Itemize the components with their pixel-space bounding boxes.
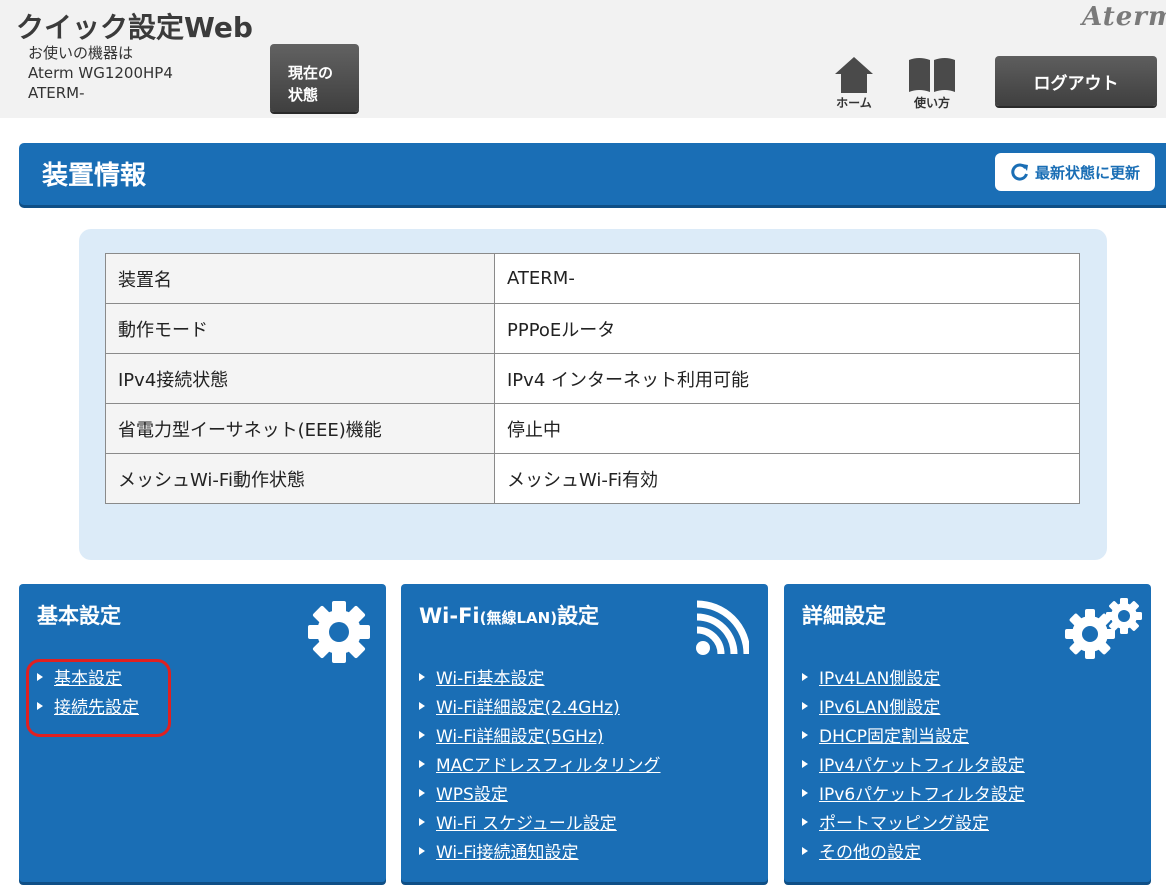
- list-item: Wi-Fi スケジュール設定: [419, 813, 661, 842]
- current-status-button[interactable]: 現在の 状態: [270, 44, 359, 112]
- home-label: ホーム: [836, 96, 872, 110]
- manual-label: 使い方: [913, 96, 950, 110]
- list-item: その他の設定: [802, 842, 1025, 871]
- wifi-settings-card: Wi-Fi(無線LAN)設定 Wi-Fi基本設定 Wi-Fi詳細設定(2.4GH…: [401, 584, 768, 882]
- basic-settings-card: 基本設定 基本設定 接続先設定: [19, 584, 386, 882]
- refresh-label: 最新状態に更新: [1034, 163, 1140, 182]
- link-wifi-schedule[interactable]: Wi-Fi スケジュール設定: [436, 814, 617, 834]
- link-wifi-notify[interactable]: Wi-Fi接続通知設定: [436, 843, 579, 863]
- wifi-title-small: (無線LAN): [479, 609, 558, 627]
- table-row: IPv4接続状態 IPv4 インターネット利用可能: [105, 353, 1080, 404]
- link-ipv4-packet-filter[interactable]: IPv4パケットフィルタ設定: [819, 756, 1025, 776]
- detail-settings-title: 詳細設定: [802, 604, 886, 628]
- device-info: お使いの機器は Aterm WG1200HP4 ATERM-: [28, 43, 173, 103]
- link-wps[interactable]: WPS設定: [436, 785, 508, 805]
- list-item: IPv4LAN側設定: [802, 668, 1025, 697]
- link-ipv6-packet-filter[interactable]: IPv6パケットフィルタ設定: [819, 785, 1025, 805]
- link-ipv6-lan[interactable]: IPv6LAN側設定: [819, 698, 940, 718]
- list-item: MACアドレスフィルタリング: [419, 755, 661, 784]
- list-item: Wi-Fi基本設定: [419, 668, 661, 697]
- refresh-icon: [1011, 163, 1028, 181]
- info-value-cell: ATERM-: [494, 253, 1080, 304]
- list-item: Wi-Fi接続通知設定: [419, 842, 661, 871]
- link-mac-filter[interactable]: MACアドレスフィルタリング: [436, 756, 661, 776]
- device-info-caption: お使いの機器は: [28, 44, 134, 62]
- section-title: 装置情報: [42, 161, 147, 191]
- info-label-cell: IPv4接続状態: [105, 353, 495, 404]
- header: クイック設定Web お使いの機器は Aterm WG1200HP4 ATERM-…: [0, 0, 1166, 118]
- wifi-title-main: Wi-Fi: [419, 604, 480, 628]
- status-button-line2: 状態: [288, 85, 319, 104]
- table-row: 省電力型イーサネット(EEE)機能 停止中: [105, 403, 1080, 454]
- device-info-panel: 装置名 ATERM- 動作モード PPPoEルータ IPv4接続状態 IPv4 インターネ…: [79, 229, 1107, 560]
- list-item: WPS設定: [419, 784, 661, 813]
- wifi-settings-links: Wi-Fi基本設定 Wi-Fi詳細設定(2.4GHz) Wi-Fi詳細設定(5G…: [419, 668, 661, 871]
- manual-nav-button[interactable]: 使い方: [902, 56, 962, 114]
- gears-icon: [1065, 598, 1142, 659]
- table-row: メッシュWi-Fi動作状態 メッシュWi-Fi有効: [105, 453, 1080, 504]
- device-info-table: 装置名 ATERM- 動作モード PPPoEルータ IPv4接続状態 IPv4 インターネ…: [105, 253, 1080, 504]
- aterm-logo: Aterm: [1082, 2, 1166, 32]
- wifi-settings-title: Wi-Fi(無線LAN)設定: [419, 600, 599, 630]
- app-title: クイック設定Web: [16, 11, 253, 44]
- status-button-line1: 現在の: [288, 63, 334, 82]
- info-label-cell: 省電力型イーサネット(EEE)機能: [105, 403, 495, 454]
- logout-button[interactable]: ログアウト: [995, 56, 1157, 106]
- book-icon: [909, 58, 955, 92]
- device-model: Aterm WG1200HP4: [28, 64, 173, 82]
- wifi-title-end: 設定: [557, 604, 600, 628]
- list-item: DHCP固定割当設定: [802, 726, 1025, 755]
- link-other-settings[interactable]: その他の設定: [819, 843, 921, 863]
- info-label-cell: 動作モード: [105, 303, 495, 354]
- highlight-annotation: [26, 659, 171, 737]
- home-icon: [835, 57, 873, 93]
- basic-settings-title: 基本設定: [37, 604, 121, 628]
- link-port-mapping[interactable]: ポートマッピング設定: [819, 814, 989, 834]
- list-item: IPv6LAN側設定: [802, 697, 1025, 726]
- link-wifi-basic[interactable]: Wi-Fi基本設定: [436, 669, 545, 689]
- list-item: IPv4パケットフィルタ設定: [802, 755, 1025, 784]
- table-row: 動作モード PPPoEルータ: [105, 303, 1080, 354]
- info-label-cell: メッシュWi-Fi動作状態: [105, 453, 495, 504]
- home-nav-button[interactable]: ホーム: [824, 56, 884, 114]
- device-info-section-bar: 装置情報 最新状態に更新: [19, 143, 1166, 205]
- info-value-cell: 停止中: [494, 403, 1080, 454]
- link-wifi-detail-24[interactable]: Wi-Fi詳細設定(2.4GHz): [436, 698, 620, 718]
- info-value-cell: メッシュWi-Fi有効: [494, 453, 1080, 504]
- link-wifi-detail-5[interactable]: Wi-Fi詳細設定(5GHz): [436, 727, 604, 747]
- detail-settings-card: 詳細設定 IPv4LAN側設定 IPv6LAN側設定 DHCP固定割当設定 IP…: [784, 584, 1151, 882]
- list-item: IPv6パケットフィルタ設定: [802, 784, 1025, 813]
- detail-settings-links: IPv4LAN側設定 IPv6LAN側設定 DHCP固定割当設定 IPv4パケッ…: [802, 668, 1025, 871]
- list-item: ポートマッピング設定: [802, 813, 1025, 842]
- wifi-icon: [696, 600, 749, 655]
- table-row: 装置名 ATERM-: [105, 253, 1080, 304]
- device-name: ATERM-: [28, 84, 85, 102]
- refresh-button[interactable]: 最新状態に更新: [995, 153, 1155, 191]
- link-ipv4-lan[interactable]: IPv4LAN側設定: [819, 669, 940, 689]
- info-value-cell: PPPoEルータ: [494, 303, 1080, 354]
- info-value-cell: IPv4 インターネット利用可能: [494, 353, 1080, 404]
- gear-icon: [308, 601, 370, 663]
- list-item: Wi-Fi詳細設定(5GHz): [419, 726, 661, 755]
- info-label-cell: 装置名: [105, 253, 495, 304]
- list-item: Wi-Fi詳細設定(2.4GHz): [419, 697, 661, 726]
- link-dhcp-static[interactable]: DHCP固定割当設定: [819, 727, 969, 747]
